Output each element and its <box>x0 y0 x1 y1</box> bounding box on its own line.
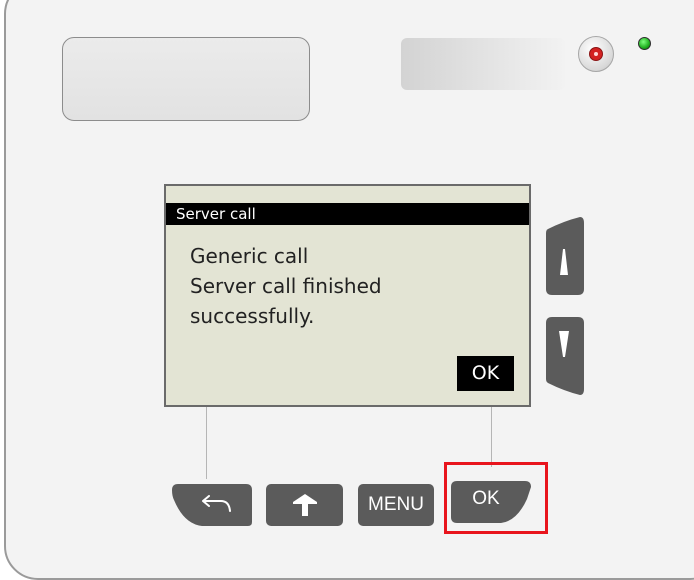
screen-ok-button[interactable]: OK <box>457 356 514 391</box>
home-icon <box>292 494 317 516</box>
guide-line-left <box>206 407 207 479</box>
home-button[interactable] <box>266 484 343 526</box>
screen-title: Server call <box>166 203 529 225</box>
power-button[interactable] <box>578 36 614 72</box>
message-line-3: successfully. <box>190 304 315 328</box>
ok-button-highlight <box>444 462 548 534</box>
nav-up-button[interactable] <box>544 215 584 295</box>
nav-down-button[interactable] <box>544 317 584 397</box>
back-arrow-icon <box>202 495 231 512</box>
message-line-1: Generic call <box>190 244 309 268</box>
back-button[interactable] <box>172 484 252 526</box>
lcd-screen: Server call Generic call Server call fin… <box>164 184 531 407</box>
display-panel <box>401 38 565 90</box>
label-slot <box>62 37 310 121</box>
message-line-2: Server call finished <box>190 274 382 298</box>
power-icon <box>589 47 603 61</box>
menu-button-label: MENU <box>368 494 424 515</box>
status-led <box>638 37 651 50</box>
guide-line-right <box>491 407 492 467</box>
menu-button[interactable]: MENU <box>358 484 434 526</box>
screen-message: Generic call Server call finished succes… <box>190 241 382 331</box>
